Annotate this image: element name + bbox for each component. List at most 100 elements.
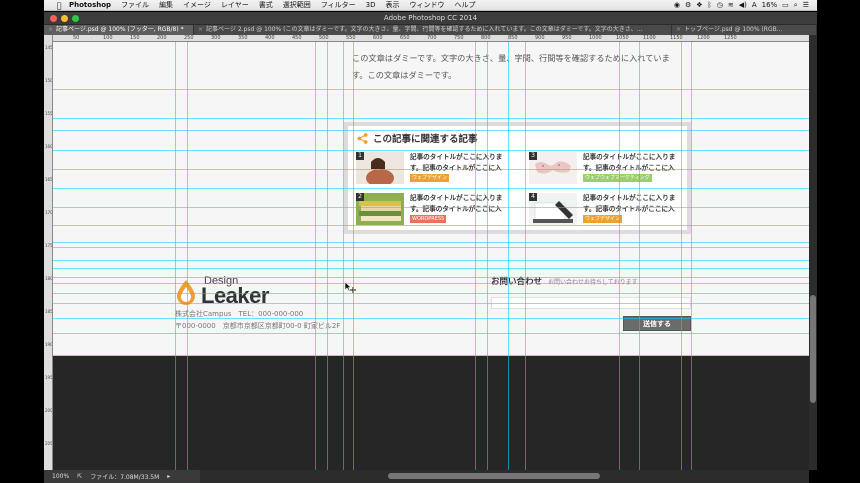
zoom-level[interactable]: 100% bbox=[52, 473, 69, 480]
horizontal-guide[interactable] bbox=[53, 207, 809, 208]
related-articles-heading: この記事に関連する記事 bbox=[357, 131, 478, 145]
vertical-guide[interactable] bbox=[187, 42, 188, 470]
file-size-info[interactable]: ファイル：7.08M/33.5M bbox=[90, 472, 159, 481]
vertical-guide[interactable] bbox=[525, 42, 526, 470]
zoom-window-button[interactable] bbox=[72, 15, 79, 22]
horizontal-guide[interactable] bbox=[53, 242, 809, 243]
horizontal-guide[interactable] bbox=[53, 188, 809, 189]
category-tag[interactable]: ウェブデザイン bbox=[583, 215, 623, 223]
document-canvas[interactable]: この文章はダミーです。文字の大きさ、量、字間、行間等を確認するために入れています… bbox=[53, 42, 809, 470]
menu-bar:  Photoshop ファイル 編集 イメージ レイヤー 書式 選択範囲 フィ… bbox=[44, 0, 817, 11]
document-tab-bar: × 記事ページ.psd @ 100% (フッター, RGB/8) * × 記事ページ… bbox=[44, 25, 817, 35]
horizontal-guide[interactable] bbox=[53, 277, 809, 278]
horizontal-guide[interactable] bbox=[53, 130, 809, 131]
menu-item-file[interactable]: ファイル bbox=[116, 0, 154, 10]
horizontal-guide[interactable] bbox=[53, 303, 809, 304]
related-article-title[interactable]: 記事のタイトルがここに入ります。記事のタイトルがここに入 bbox=[583, 193, 685, 214]
clock-icon[interactable]: ◷ bbox=[717, 1, 723, 9]
horizontal-guide[interactable] bbox=[53, 318, 809, 319]
related-article-card[interactable]: 4 記事のタイトルがここに入ります。記事のタイトルがここに入 ウェブデザイン bbox=[523, 193, 685, 227]
tab-article-page[interactable]: × 記事ページ.psd @ 100% (フッター, RGB/8) * bbox=[44, 25, 194, 35]
horizontal-guide[interactable] bbox=[53, 283, 809, 284]
menu-item-3d[interactable]: 3D bbox=[361, 1, 381, 9]
menu-item-window[interactable]: ウィンドウ bbox=[404, 0, 449, 10]
bluetooth-icon[interactable]: ᛒ bbox=[708, 1, 712, 9]
status-menu-arrow-icon[interactable]: ▸ bbox=[167, 473, 170, 480]
horizontal-guide[interactable] bbox=[53, 293, 809, 294]
vertical-guide[interactable] bbox=[175, 42, 176, 470]
vertical-guide[interactable] bbox=[327, 42, 328, 470]
menu-item-layer[interactable]: レイヤー bbox=[216, 0, 254, 10]
category-tag[interactable]: ウェブウェブマーケティング bbox=[583, 174, 652, 182]
close-window-button[interactable] bbox=[50, 15, 57, 22]
tab-article-page-2[interactable]: × 記事ページ 2.psd @ 100% (この文章はダミーです。文字の大きさ、量… bbox=[194, 25, 672, 35]
menu-item-filter[interactable]: フィルター bbox=[316, 0, 361, 10]
vertical-scroll-thumb[interactable] bbox=[810, 295, 816, 403]
vertical-guide[interactable] bbox=[315, 42, 316, 470]
right-backdrop bbox=[817, 0, 860, 483]
menu-item-select[interactable]: 選択範囲 bbox=[278, 0, 316, 10]
vertical-guide[interactable] bbox=[639, 42, 640, 470]
related-article-title[interactable]: 記事のタイトルがここに入ります。記事のタイトルがここに入 bbox=[410, 193, 512, 214]
vertical-guide[interactable] bbox=[475, 42, 476, 470]
export-icon[interactable]: ⇱ bbox=[77, 473, 82, 480]
menu-item-view[interactable]: 表示 bbox=[380, 0, 404, 10]
menu-item-edit[interactable]: 編集 bbox=[154, 0, 178, 10]
vertical-guide[interactable] bbox=[508, 42, 509, 470]
vertical-guide[interactable] bbox=[353, 42, 354, 470]
input-method-icon[interactable]: A bbox=[752, 1, 757, 9]
rank-number: 2 bbox=[356, 193, 364, 201]
menu-item-type[interactable]: 書式 bbox=[254, 0, 278, 10]
horizontal-guide[interactable] bbox=[53, 89, 809, 90]
horizontal-guide[interactable] bbox=[53, 260, 809, 261]
vertical-scrollbar[interactable] bbox=[809, 35, 817, 470]
site-logo[interactable]: Design Leaker bbox=[175, 274, 295, 308]
close-icon[interactable]: × bbox=[198, 26, 203, 33]
category-tag[interactable]: WORDPRESS bbox=[410, 215, 447, 223]
logo-leaker-text: Leaker bbox=[201, 283, 269, 308]
horizontal-guide[interactable] bbox=[53, 355, 809, 356]
horizontal-ruler[interactable]: 50 100 150 200 250 300 350 400 450 500 5… bbox=[53, 35, 809, 42]
minimize-window-button[interactable] bbox=[61, 15, 68, 22]
left-backdrop bbox=[0, 0, 44, 483]
vertical-guide[interactable] bbox=[343, 42, 344, 470]
window-controls bbox=[50, 15, 79, 22]
article-body-text: この文章はダミーです。文字の大きさ、量、字間、行間等を確認するために入れています… bbox=[352, 53, 670, 80]
menu-item-image[interactable]: イメージ bbox=[178, 0, 216, 10]
dropbox-icon[interactable]: ❖ bbox=[696, 1, 702, 9]
category-tag[interactable]: ウェブデザイン bbox=[410, 174, 450, 182]
horizontal-guide[interactable] bbox=[53, 225, 809, 226]
share-icon bbox=[357, 132, 368, 144]
gear-icon[interactable]: ⚙ bbox=[685, 1, 691, 9]
close-icon[interactable]: × bbox=[48, 26, 53, 33]
search-icon[interactable]: ⌕ bbox=[794, 1, 798, 10]
horizontal-guide[interactable] bbox=[53, 333, 809, 334]
vertical-guide[interactable] bbox=[691, 42, 692, 470]
horizontal-guide[interactable] bbox=[53, 268, 809, 269]
horizontal-scrollbar[interactable] bbox=[200, 470, 809, 483]
battery-percent[interactable]: 16% bbox=[762, 1, 778, 9]
record-icon[interactable]: ◉ bbox=[674, 1, 680, 9]
list-icon[interactable]: ☰ bbox=[803, 1, 809, 9]
tab-top-page[interactable]: × トップページ.psd @ 100% (RGB... bbox=[672, 25, 817, 35]
rank-number: 4 bbox=[529, 193, 537, 201]
vertical-guide[interactable] bbox=[681, 42, 682, 470]
rank-number: 1 bbox=[356, 152, 364, 160]
vertical-guide[interactable] bbox=[487, 42, 488, 470]
horizontal-guide[interactable] bbox=[53, 247, 809, 248]
menu-item-help[interactable]: ヘルプ bbox=[449, 0, 480, 10]
horizontal-guide[interactable] bbox=[53, 118, 809, 119]
battery-icon[interactable]: ▭ bbox=[782, 1, 789, 9]
horizontal-guide[interactable] bbox=[53, 169, 809, 170]
horizontal-guide[interactable] bbox=[53, 150, 809, 151]
wifi-icon[interactable]: ≋ bbox=[728, 1, 734, 9]
horizontal-scroll-thumb[interactable] bbox=[388, 473, 600, 479]
vertical-ruler[interactable]: 1450 1500 1550 1600 1650 1700 1750 1800 … bbox=[44, 35, 53, 470]
close-icon[interactable]: × bbox=[676, 26, 681, 33]
volume-icon[interactable]: ◀) bbox=[739, 1, 747, 9]
app-menu[interactable]: Photoshop bbox=[64, 1, 116, 9]
apple-icon[interactable]:  bbox=[54, 1, 64, 10]
window-title-bar: Adobe Photoshop CC 2014 bbox=[44, 12, 817, 25]
status-bar: 100% ⇱ ファイル：7.08M/33.5M ▸ bbox=[44, 470, 200, 483]
vertical-guide[interactable] bbox=[619, 42, 620, 470]
